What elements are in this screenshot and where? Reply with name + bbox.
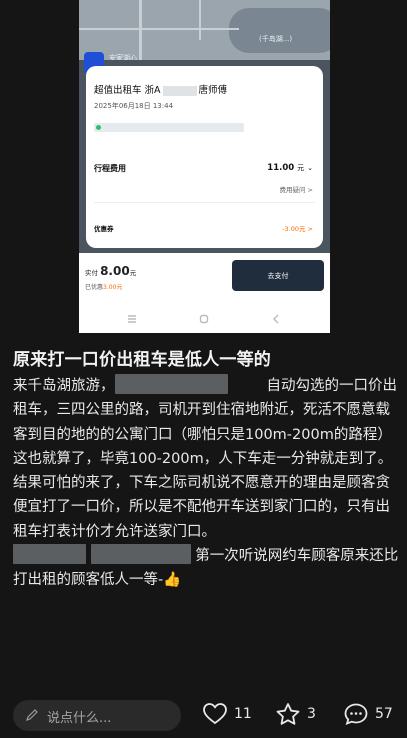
coupon-value[interactable]: -3.00元 > xyxy=(282,223,313,233)
fee-label: 行程费用 xyxy=(94,164,126,173)
post-body: 来千岛湖旅游， 自动勾选的一口价出租车，三四公里的路，司机开到住宿地附近，死活不愿… xyxy=(13,374,399,593)
post-title: 原来打一口价出租车是低人一等的 xyxy=(13,350,271,370)
pay-bar: 实付 8.00元 已优惠3.00元 去支付 xyxy=(79,253,330,308)
screenshot-image: 安家湖心 (千岛湖...) 超值出租车 浙A 唐师傅 2025年06月18日 13… xyxy=(79,0,330,333)
system-nav-bar xyxy=(79,308,330,333)
menu-icon[interactable] xyxy=(127,314,137,324)
paid-unit: 元 xyxy=(129,269,137,277)
route-blur xyxy=(94,123,244,132)
fee-value[interactable]: 11.00 元 ⌄ xyxy=(267,163,313,173)
post-text: 来千岛湖旅游， xyxy=(13,378,115,394)
trip-card: 超值出租车 浙A 唐师傅 2025年06月18日 13:44 行程费用 11.00… xyxy=(86,66,323,248)
back-icon[interactable] xyxy=(271,314,281,324)
pay-button[interactable]: 去支付 xyxy=(232,260,324,291)
redacted-block xyxy=(114,374,228,394)
chevron-down-icon: ⌄ xyxy=(307,164,313,172)
collect-button[interactable]: 3 xyxy=(275,702,316,726)
redacted-block xyxy=(13,544,86,565)
like-button[interactable]: 11 xyxy=(202,702,252,726)
comment-placeholder: 说点什么... xyxy=(47,711,112,726)
bottom-action-bar: 说点什么... 11 3 57 xyxy=(0,690,407,738)
redacted-block xyxy=(90,544,191,565)
paid-prefix: 实付 xyxy=(85,269,98,277)
fee-doubt-link[interactable]: 费用疑问 > xyxy=(279,184,313,194)
comment-count: 57 xyxy=(375,706,393,722)
trip-title-prefix: 超值出租车 浙A xyxy=(94,85,161,96)
map-label: (千岛湖...) xyxy=(259,35,293,43)
like-count: 11 xyxy=(234,706,252,722)
paid-number: 8.00 xyxy=(100,264,130,278)
divider xyxy=(94,202,315,203)
driver-name: 唐师傅 xyxy=(198,85,228,96)
fee-amount: 11.00 xyxy=(267,163,295,173)
start-dot-icon xyxy=(96,125,101,130)
fee-unit: 元 xyxy=(297,164,305,172)
star-count: 3 xyxy=(307,706,316,722)
plate-blur xyxy=(162,85,197,96)
pen-icon xyxy=(26,709,38,721)
comments-button[interactable]: 57 xyxy=(343,702,393,726)
discount-value: 3.00元 xyxy=(103,284,123,291)
star-icon xyxy=(276,703,300,725)
thumbs-up-emoji-icon: 👍 xyxy=(163,572,182,589)
post-text: 这也就算了，毕竟100-200m，人下车走一分钟就走到了。 xyxy=(13,450,393,467)
coupon-label: 优惠券 xyxy=(94,225,114,233)
discount-info: 已优惠3.00元 xyxy=(85,282,122,291)
heart-icon xyxy=(203,703,227,725)
comment-bubble-icon xyxy=(344,703,368,725)
discount-prefix: 已优惠 xyxy=(85,284,104,291)
comment-input[interactable]: 说点什么... xyxy=(13,700,181,731)
paid-amount: 实付 8.00元 xyxy=(85,264,136,278)
home-icon[interactable] xyxy=(199,314,209,324)
post-text: 结果可怕的来了，下车之际司机说不愿意开的理由是顾客贪便宜打了一口价，所以是不配他… xyxy=(13,475,390,540)
trip-title: 超值出租车 浙A 唐师傅 xyxy=(94,82,227,96)
map-area: 安家湖心 (千岛湖...) xyxy=(79,0,330,62)
trip-time: 2025年06月18日 13:44 xyxy=(94,102,174,110)
